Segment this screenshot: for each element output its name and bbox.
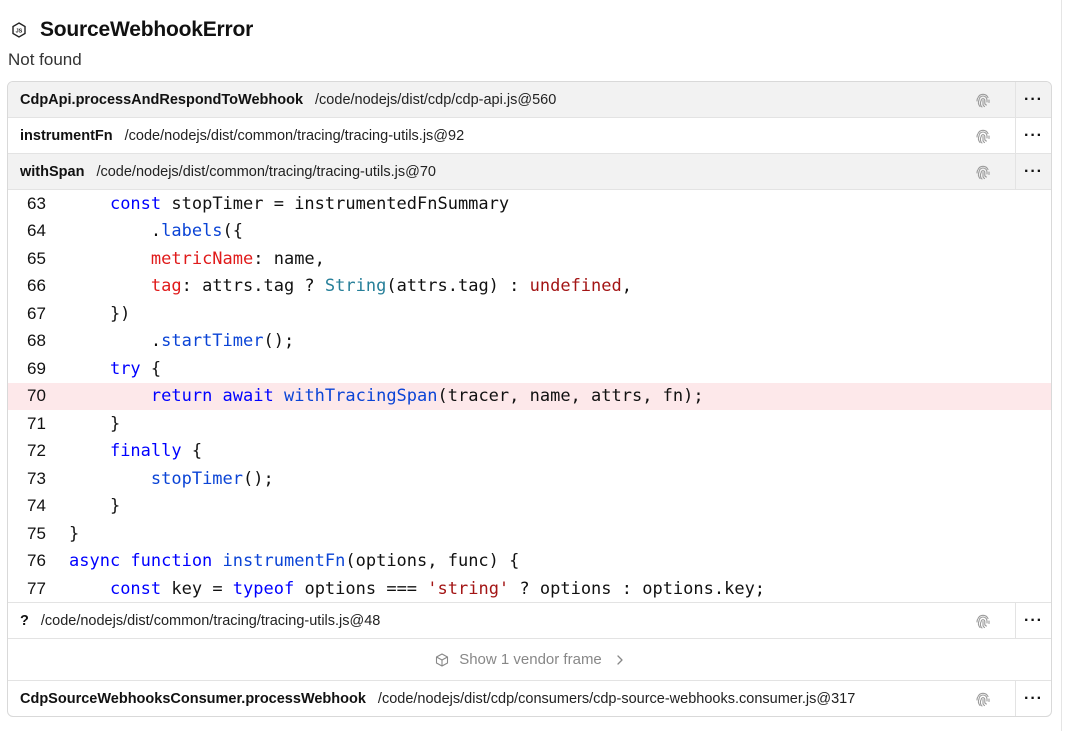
frame-function: CdpApi.processAndRespondToWebhook xyxy=(20,91,304,108)
code-line: 66 tag: attrs.tag ? String(attrs.tag) : … xyxy=(8,273,1051,300)
frame-function: withSpan xyxy=(20,163,85,180)
package-icon xyxy=(435,652,449,667)
show-vendor-frames-button[interactable]: Show 1 vendor frame xyxy=(8,639,1051,681)
frame-function: instrumentFn xyxy=(20,127,113,144)
more-options-button[interactable]: ··· xyxy=(1015,82,1051,117)
code-line: 77 const key = typeof options === 'strin… xyxy=(8,575,1051,602)
line-number: 70 xyxy=(27,386,46,405)
line-number: 77 xyxy=(27,578,46,598)
code-text: finally { xyxy=(109,441,203,461)
code-text: } xyxy=(69,523,80,544)
code-line: 64 .labels({ xyxy=(8,218,1051,245)
frame-path: /code/nodejs/dist/common/tracing/tracing… xyxy=(124,127,465,144)
code-text: const stopTimer = instrumentedFnSummary xyxy=(109,193,510,214)
line-number: 71 xyxy=(27,413,46,433)
line-number: 76 xyxy=(27,551,46,570)
code-text: .labels({ xyxy=(69,221,244,241)
line-number: 72 xyxy=(27,441,46,460)
frame-path: /code/nodejs/dist/cdp/consumers/cdp-sour… xyxy=(377,691,856,707)
more-options-button[interactable]: ··· xyxy=(1015,603,1051,638)
more-options-button[interactable]: ··· xyxy=(1015,681,1051,716)
code-line: 76 async function instrumentFn(options, … xyxy=(8,548,1051,575)
line-number: 67 xyxy=(27,303,46,323)
page-title: SourceWebhookError xyxy=(40,18,254,41)
frame-label: ? /code/nodejs/dist/common/tracing/traci… xyxy=(8,613,951,629)
code-text: } xyxy=(69,496,121,516)
code-line: 65 metricName: name, xyxy=(8,245,1051,272)
error-title-row: JS SourceWebhookError xyxy=(10,16,253,44)
fingerprint-icon[interactable] xyxy=(951,82,1015,117)
chevron-right-icon xyxy=(616,654,624,666)
stack-frame[interactable]: CdpApi.processAndRespondToWebhook /code/… xyxy=(8,82,1051,118)
code-text: metricName: name, xyxy=(150,248,325,269)
nodejs-icon: JS xyxy=(10,21,28,39)
stack-frame[interactable]: instrumentFn /code/nodejs/dist/common/tr… xyxy=(8,118,1051,154)
code-text: tag: attrs.tag ? String(attrs.tag) : und… xyxy=(150,276,632,296)
code-text: const key = typeof options === 'string' … xyxy=(109,578,766,599)
fingerprint-icon[interactable] xyxy=(951,603,1015,638)
frame-function: CdpSourceWebhooksConsumer.processWebhook xyxy=(20,691,366,707)
stack-frame[interactable]: ? /code/nodejs/dist/common/tracing/traci… xyxy=(8,603,1051,639)
vendor-frames-label: Show 1 vendor frame xyxy=(459,651,602,668)
fingerprint-icon[interactable] xyxy=(951,118,1015,153)
line-number: 64 xyxy=(27,221,46,240)
line-number: 75 xyxy=(27,523,46,543)
code-text: try { xyxy=(109,358,162,379)
frame-path: /code/nodejs/dist/common/tracing/tracing… xyxy=(40,612,381,629)
fingerprint-icon[interactable] xyxy=(951,154,1015,189)
stack-frame-expanded[interactable]: withSpan /code/nodejs/dist/common/tracin… xyxy=(8,154,1051,190)
code-line: 75 } xyxy=(8,520,1051,547)
line-number: 74 xyxy=(27,496,46,515)
more-options-button[interactable]: ··· xyxy=(1015,154,1051,189)
code-line: 67 }) xyxy=(8,300,1051,327)
code-context: 63 const stopTimer = instrumentedFnSumma… xyxy=(8,190,1051,603)
line-number: 73 xyxy=(27,468,46,488)
frame-label: instrumentFn /code/nodejs/dist/common/tr… xyxy=(8,128,951,144)
fingerprint-icon[interactable] xyxy=(951,681,1015,716)
frame-path: /code/nodejs/dist/cdp/cdp-api.js@560 xyxy=(315,91,557,108)
frame-label: CdpSourceWebhooksConsumer.processWebhook… xyxy=(8,691,951,707)
code-line: 63 const stopTimer = instrumentedFnSumma… xyxy=(8,190,1051,217)
line-number: 69 xyxy=(27,358,46,378)
code-line: 71 } xyxy=(8,410,1051,437)
code-text: .startTimer(); xyxy=(69,331,295,351)
line-number: 65 xyxy=(27,248,46,268)
stack-frame[interactable]: CdpSourceWebhooksConsumer.processWebhook… xyxy=(8,681,1051,716)
frame-label: withSpan /code/nodejs/dist/common/tracin… xyxy=(8,164,951,180)
code-text: } xyxy=(69,413,121,434)
code-text: async function instrumentFn(options, fun… xyxy=(69,551,520,571)
frame-path: /code/nodejs/dist/common/tracing/tracing… xyxy=(96,163,436,180)
highlighted-code-line: 70 return await withTracingSpan(tracer, … xyxy=(8,382,1051,410)
code-text: }) xyxy=(69,303,131,324)
line-number: 63 xyxy=(27,193,46,213)
error-message: Not found xyxy=(8,50,82,69)
code-line: 69 try { xyxy=(8,355,1051,382)
code-line: 74 } xyxy=(8,493,1051,520)
code-text: stopTimer(); xyxy=(150,468,274,489)
svg-text:JS: JS xyxy=(16,29,23,35)
code-line: 72 finally { xyxy=(8,438,1051,465)
line-number: 68 xyxy=(27,331,46,350)
stack-trace: CdpApi.processAndRespondToWebhook /code/… xyxy=(7,81,1052,717)
frame-function: ? xyxy=(20,612,29,629)
more-options-button[interactable]: ··· xyxy=(1015,118,1051,153)
code-line: 68 .startTimer(); xyxy=(8,328,1051,355)
page: JS SourceWebhookError Not found CdpApi.p… xyxy=(0,0,1062,731)
code-text: return await withTracingSpan(tracer, nam… xyxy=(150,386,704,406)
frame-label: CdpApi.processAndRespondToWebhook /code/… xyxy=(8,92,951,108)
line-number: 66 xyxy=(27,276,46,295)
code-line: 73 stopTimer(); xyxy=(8,465,1051,492)
